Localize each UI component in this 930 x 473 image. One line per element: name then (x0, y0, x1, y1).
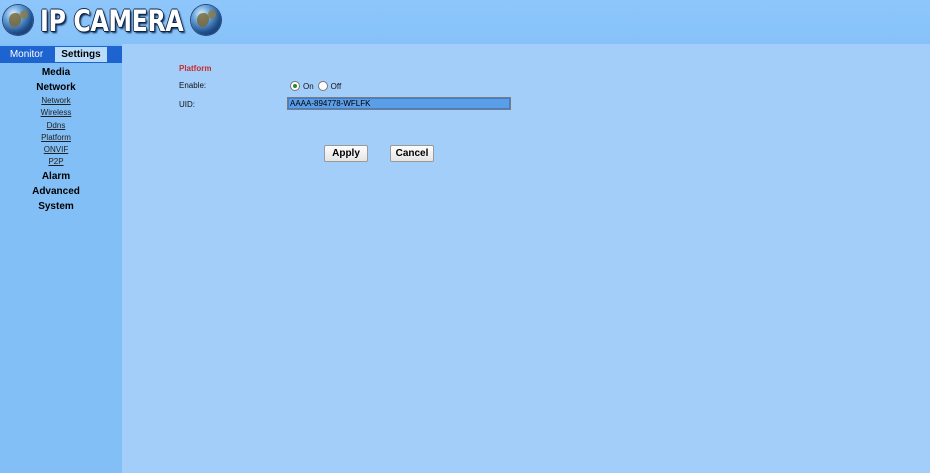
menu-alarm[interactable]: Alarm (0, 169, 112, 184)
logo-text: IP CAMERA (40, 4, 184, 38)
globe-icon (3, 5, 33, 35)
tab-bar: Monitor Settings (0, 46, 122, 63)
menu-item-network[interactable]: Network (0, 95, 112, 107)
menu-item-p2p[interactable]: P2P (0, 156, 112, 168)
tab-monitor[interactable]: Monitor (0, 47, 53, 62)
sidebar: Monitor Settings Media Network Network W… (0, 44, 122, 473)
enable-label: Enable: (179, 81, 207, 90)
enable-off-label: Off (330, 81, 342, 91)
settings-menu: Media Network Network Wireless Ddns Plat… (0, 65, 112, 214)
menu-advanced[interactable]: Advanced (0, 184, 112, 199)
enable-off-radio[interactable] (317, 81, 328, 91)
menu-network[interactable]: Network (0, 80, 112, 95)
uid-label: UID: (179, 100, 195, 109)
tab-settings[interactable]: Settings (55, 47, 107, 62)
menu-media[interactable]: Media (0, 65, 112, 80)
header-banner: IP CAMERA (0, 0, 930, 44)
menu-item-ddns[interactable]: Ddns (0, 120, 112, 132)
enable-on-label: On (303, 81, 314, 91)
menu-item-onvif[interactable]: ONVIF (0, 144, 112, 156)
section-title: Platform (179, 64, 212, 73)
menu-system[interactable]: System (0, 199, 112, 214)
cancel-button[interactable]: Cancel (390, 145, 434, 162)
apply-button[interactable]: Apply (324, 145, 368, 162)
enable-radio-group: On Off (290, 81, 345, 91)
menu-item-wireless[interactable]: Wireless (0, 107, 112, 119)
menu-item-platform[interactable]: Platform (0, 132, 112, 144)
uid-input[interactable] (287, 97, 511, 110)
enable-on-radio[interactable] (290, 81, 300, 91)
globe-icon (191, 5, 221, 35)
main-content: Platform Enable: On Off UID: Apply Cance… (122, 44, 930, 473)
